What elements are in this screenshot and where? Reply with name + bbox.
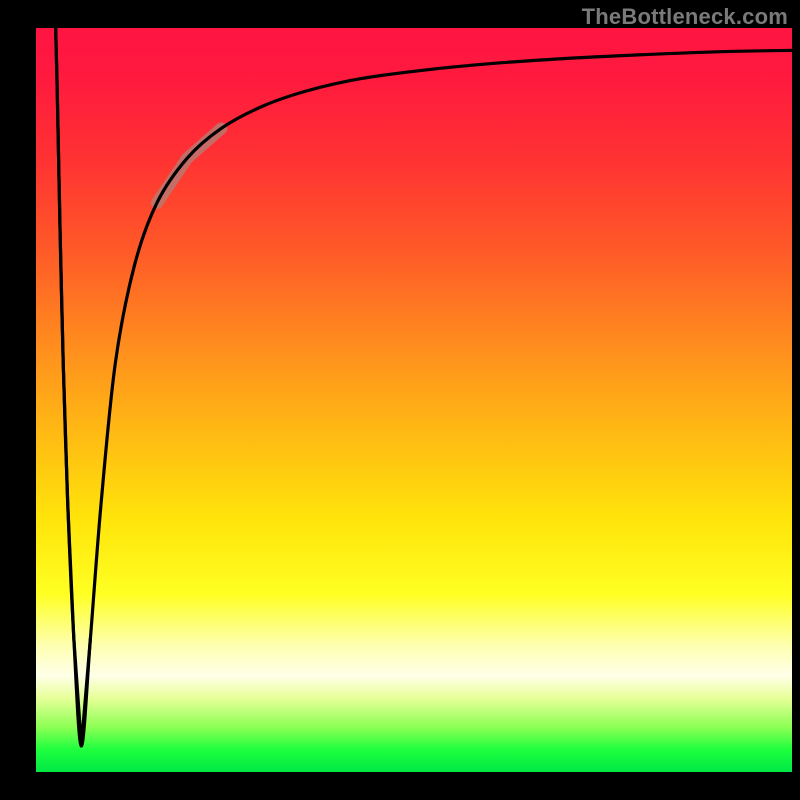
chart-frame: TheBottleneck.com bbox=[0, 0, 800, 800]
curve-svg bbox=[36, 28, 792, 772]
watermark-label: TheBottleneck.com bbox=[582, 4, 788, 30]
plot-area bbox=[36, 28, 792, 772]
curve-main-path bbox=[56, 28, 792, 746]
curve-highlight-segment bbox=[157, 128, 221, 202]
